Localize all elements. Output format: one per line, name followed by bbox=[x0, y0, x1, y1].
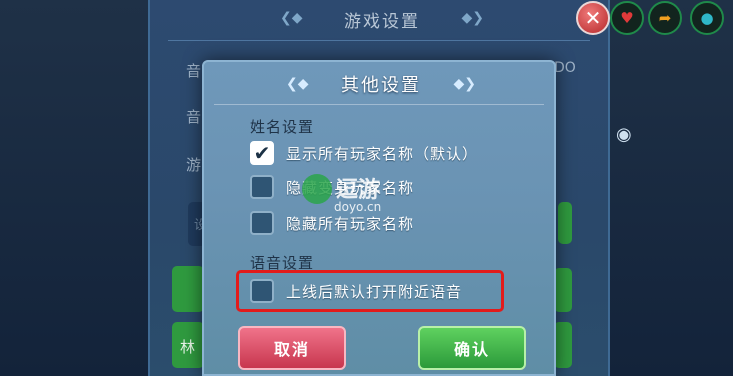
close-button[interactable]: ✕ bbox=[576, 1, 610, 35]
ornament-left-icon: ❮◆ bbox=[286, 76, 309, 92]
checkbox[interactable] bbox=[250, 211, 274, 235]
bg-row-label: 游 bbox=[186, 156, 202, 174]
dialog-title: 其他设置 bbox=[341, 75, 421, 96]
option-auto-nearby-voice[interactable]: 上线后默认打开附近语音 bbox=[250, 278, 462, 304]
game-settings-title: 游戏设置 bbox=[344, 11, 420, 32]
bg-green-button[interactable] bbox=[554, 322, 572, 368]
checkbox-checked[interactable]: ✔ bbox=[250, 141, 274, 165]
drop-icon: ● bbox=[700, 9, 714, 27]
option-label: 显示所有玩家名称（默认） bbox=[286, 144, 479, 163]
watermark-url: doyo.cn bbox=[334, 200, 382, 214]
game-screen: ❮◆ 游戏设置 ◆❯ 音 音 游 DO 设 林 ◉ ✕ ♥ ➦ ● ❮◆ 其他设… bbox=[0, 0, 733, 376]
ornament-right-icon: ◆❯ bbox=[453, 76, 477, 92]
ornament-left-icon: ❮◆ bbox=[280, 10, 303, 26]
dialog-divider bbox=[214, 104, 544, 105]
checkbox[interactable] bbox=[250, 175, 274, 199]
bg-button-label: 林 bbox=[180, 338, 196, 356]
cancel-button[interactable]: 取消 bbox=[238, 326, 346, 370]
bg-row-label: 音 bbox=[186, 62, 202, 80]
bg-row-label: 音 bbox=[186, 108, 202, 126]
bg-green-button[interactable] bbox=[554, 268, 572, 312]
heart-button[interactable]: ♥ bbox=[610, 1, 644, 35]
checkmark-icon: ✔ bbox=[253, 141, 271, 165]
watermark: 逗游 doyo.cn bbox=[302, 172, 432, 222]
bg-value-text: DO bbox=[554, 60, 576, 76]
bg-green-button[interactable] bbox=[558, 202, 572, 244]
option-label: 上线后默认打开附近语音 bbox=[286, 282, 463, 301]
close-icon: ✕ bbox=[584, 6, 602, 30]
divider bbox=[168, 40, 590, 41]
share-button[interactable]: ➦ bbox=[648, 1, 682, 35]
bg-green-button[interactable] bbox=[172, 266, 204, 312]
checkbox[interactable] bbox=[250, 279, 274, 303]
confirm-button[interactable]: 确认 bbox=[418, 326, 526, 370]
eye-icon[interactable]: ◉ bbox=[616, 124, 632, 145]
drop-button[interactable]: ● bbox=[690, 1, 724, 35]
watermark-logo-icon bbox=[302, 174, 332, 204]
dialog-header: ❮◆ 其他设置 ◆❯ bbox=[286, 68, 476, 100]
arrow-icon: ➦ bbox=[658, 9, 672, 27]
option-show-all-names[interactable]: ✔ 显示所有玩家名称（默认） bbox=[250, 140, 478, 166]
name-settings-title: 姓名设置 bbox=[250, 118, 315, 136]
ornament-right-icon: ◆❯ bbox=[461, 10, 485, 26]
heart-icon: ♥ bbox=[620, 9, 634, 27]
game-settings-header: ❮◆ 游戏设置 ◆❯ bbox=[270, 4, 494, 34]
